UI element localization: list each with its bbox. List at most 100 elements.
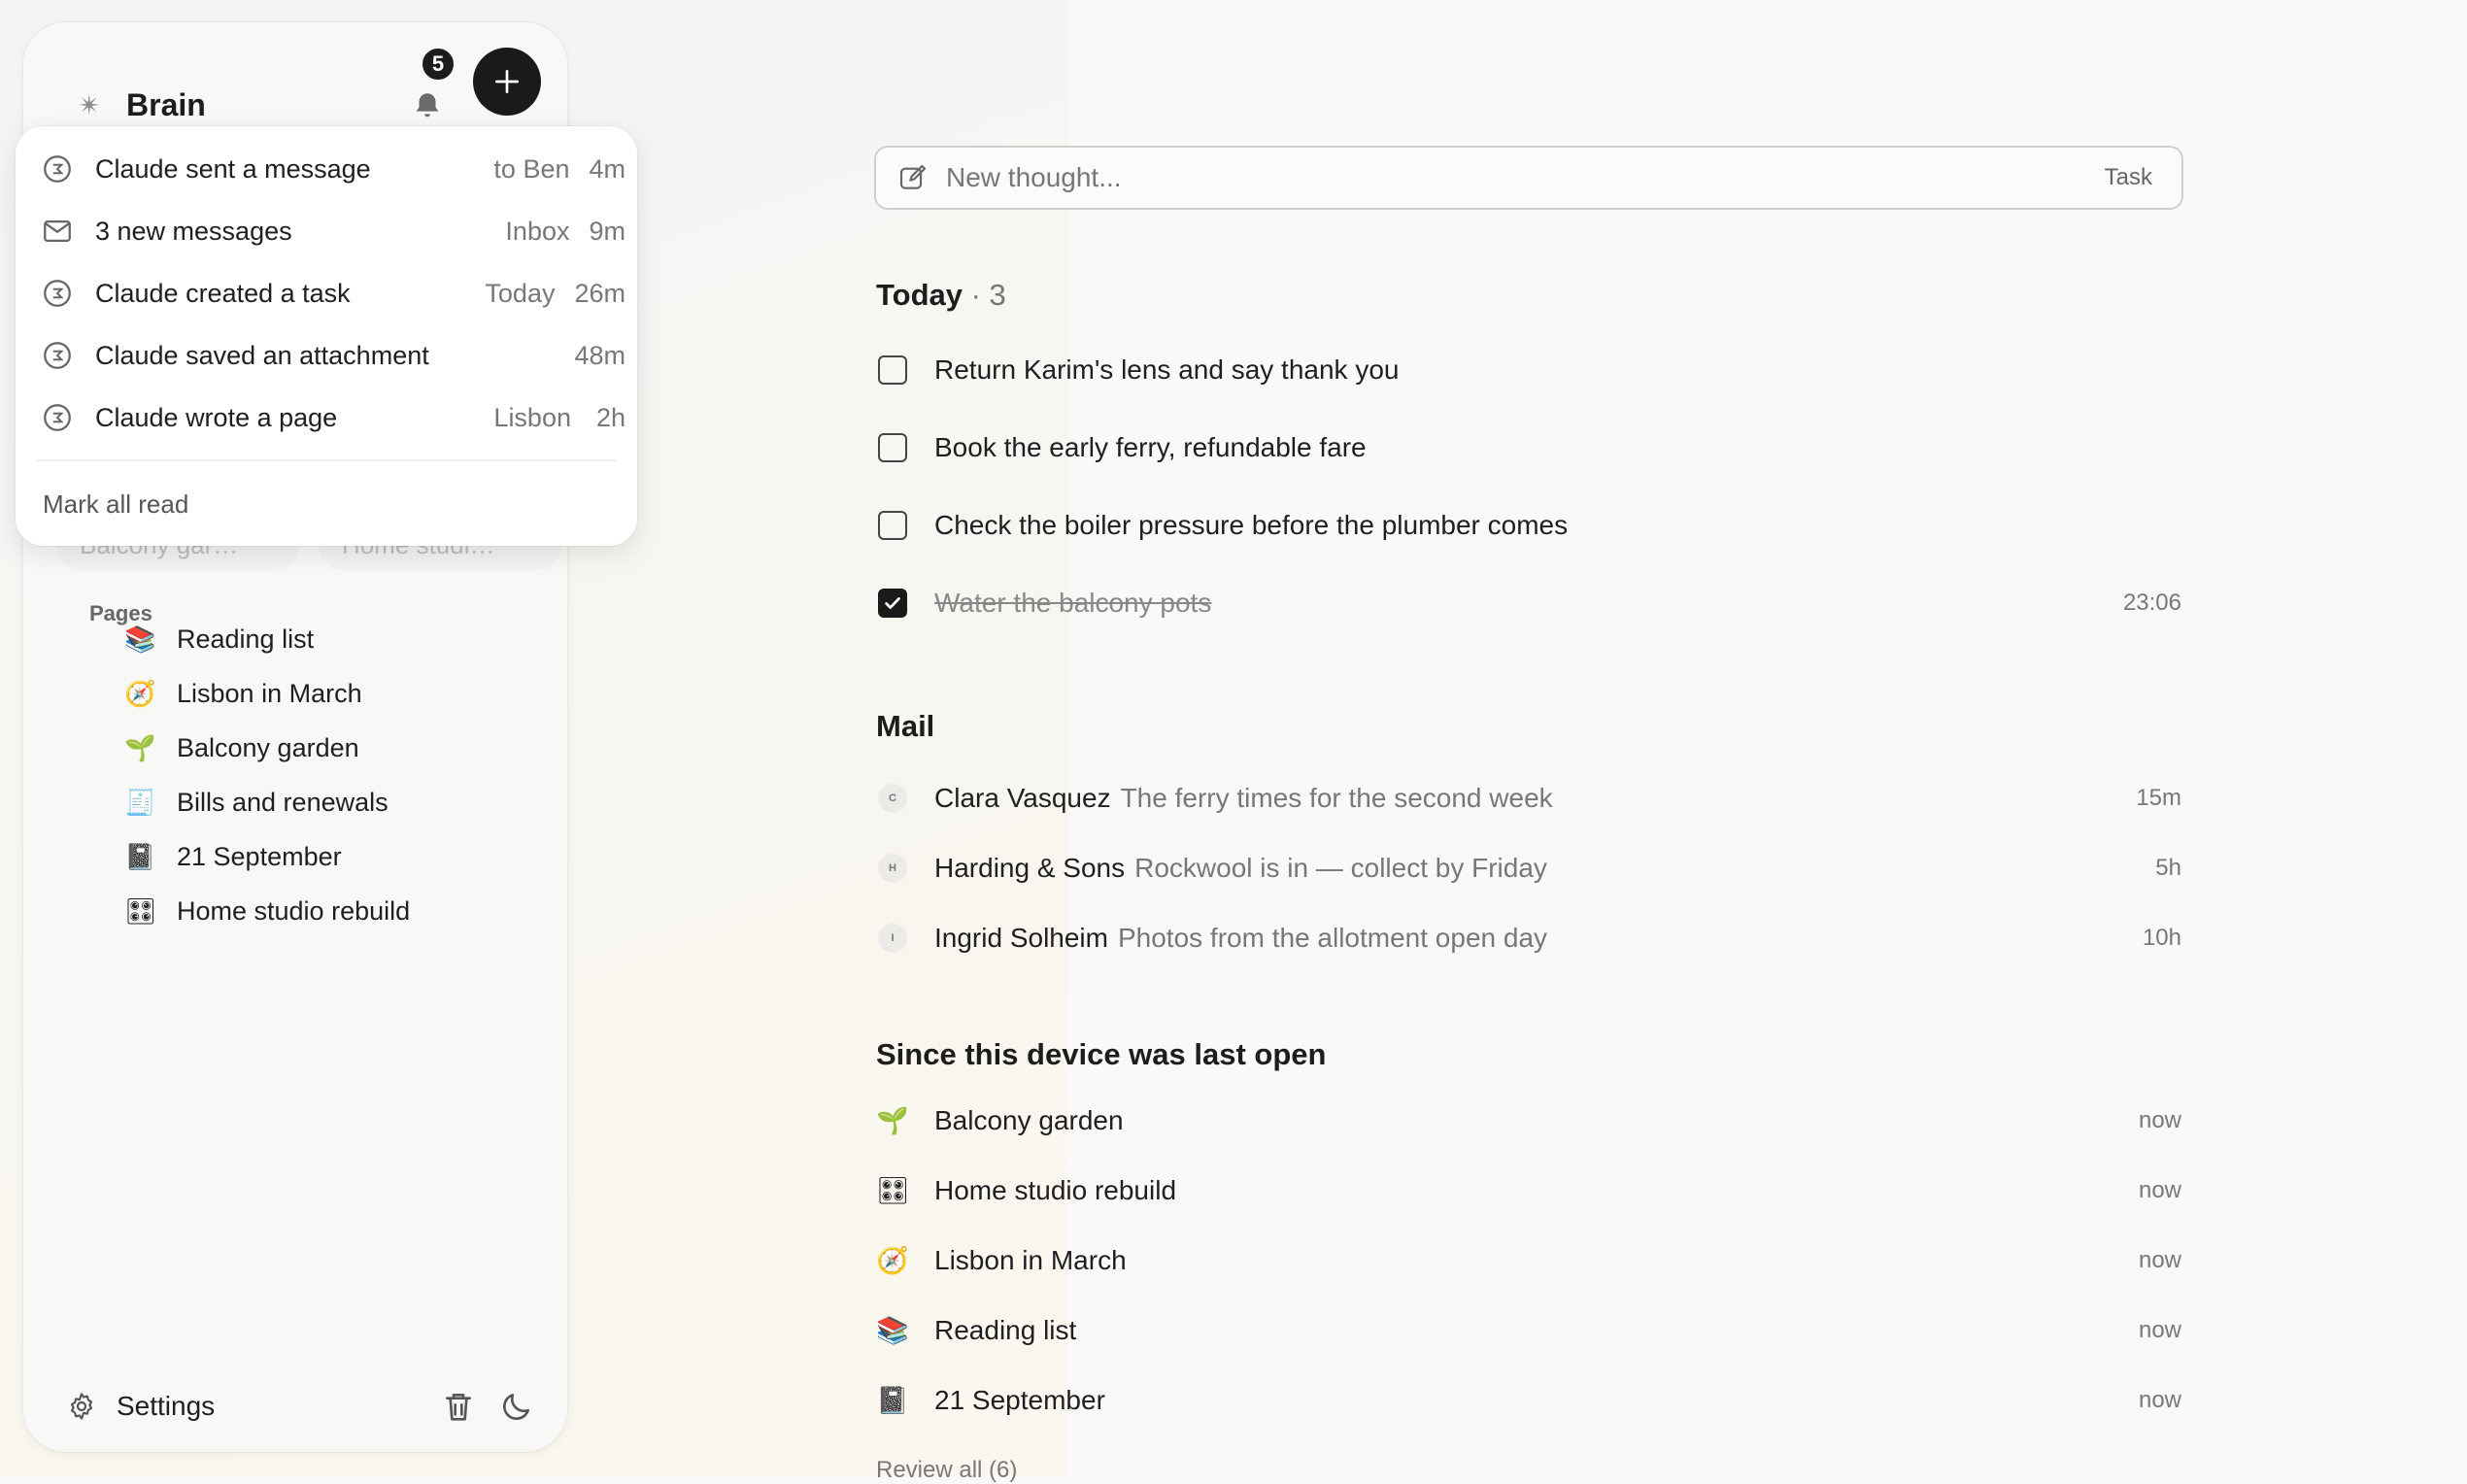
recent-page-row[interactable]: 🎛 Home studio rebuild now bbox=[876, 1166, 2181, 1215]
sidebar-page-balcony-garden[interactable]: 🌱 Balcony garden bbox=[124, 724, 359, 772]
compass-icon: 🧭 bbox=[876, 1246, 909, 1275]
notification-item[interactable]: Claude sent a message to Ben 4m bbox=[41, 142, 625, 196]
notification-title: Claude wrote a page bbox=[95, 402, 338, 432]
notification-time: 9m bbox=[589, 216, 625, 246]
today-title: Today bbox=[876, 278, 963, 312]
recent-page-time: now bbox=[2138, 1317, 2181, 1343]
notification-context: Today bbox=[485, 278, 556, 308]
avatar: C bbox=[878, 784, 907, 813]
mail-sender: Clara Vasquez bbox=[934, 783, 1111, 813]
mail-icon bbox=[44, 219, 71, 243]
task-checkbox[interactable] bbox=[878, 433, 907, 462]
page-label: Home studio rebuild bbox=[177, 895, 411, 926]
recent-page-row[interactable]: 📚 Reading list now bbox=[876, 1306, 2181, 1355]
mail-sender: Ingrid Solheim bbox=[934, 923, 1108, 953]
task-text[interactable]: Return Karim's lens and say thank you bbox=[934, 354, 2181, 386]
check-icon bbox=[885, 597, 900, 609]
mail-subject: The ferry times for the second week bbox=[1120, 783, 1553, 813]
task-mode-toggle[interactable]: Task bbox=[2105, 164, 2152, 191]
task-checkbox[interactable] bbox=[878, 355, 907, 385]
today-section-title: Today · 3 bbox=[876, 278, 1006, 313]
sidebar-page-bills-and-renewals[interactable]: 🧾 Bills and renewals bbox=[124, 778, 389, 826]
page-label: Reading list bbox=[177, 624, 315, 654]
notebook-icon: 📓 bbox=[124, 841, 156, 871]
notification-context: Lisbon bbox=[493, 402, 571, 432]
page-label: Lisbon in March bbox=[177, 678, 362, 708]
notebook-icon: 📓 bbox=[876, 1386, 909, 1415]
notification-item[interactable]: Claude saved an attachment 48m bbox=[41, 328, 625, 383]
mail-section-title: Mail bbox=[876, 709, 935, 743]
claude-icon bbox=[44, 404, 71, 431]
plus-icon bbox=[495, 70, 519, 93]
task-text[interactable]: Check the boiler pressure before the plu… bbox=[934, 510, 2181, 541]
task-text[interactable]: Book the early ferry, refundable fare bbox=[934, 432, 2181, 463]
control-knobs-icon: 🎛 bbox=[124, 895, 157, 926]
notification-item[interactable]: Claude wrote a page Lisbon 2h bbox=[41, 390, 625, 445]
divider bbox=[37, 459, 616, 461]
brain-icon: ✴ bbox=[78, 89, 101, 120]
mail-row[interactable]: C Clara Vasquez The ferry times for the … bbox=[878, 774, 2181, 823]
notifications-popover: Claude sent a message to Ben 4m 3 new me… bbox=[16, 126, 637, 546]
brand-title: Brain bbox=[126, 86, 206, 122]
recent-page-time: now bbox=[2138, 1387, 2181, 1413]
recent-page-time: now bbox=[2138, 1107, 2181, 1133]
notification-title: 3 new messages bbox=[95, 216, 292, 246]
notification-item[interactable]: Claude created a task Today 26m bbox=[41, 266, 625, 320]
recent-page-label: Lisbon in March bbox=[934, 1245, 1127, 1275]
task-checkbox[interactable] bbox=[878, 511, 907, 540]
receipt-icon: 🧾 bbox=[124, 787, 156, 817]
settings-label: Settings bbox=[117, 1391, 216, 1421]
sidebar-page-lisbon-in-march[interactable]: 🧭 Lisbon in March bbox=[124, 669, 362, 718]
new-thought-input[interactable] bbox=[944, 161, 2105, 194]
control-knobs-icon: 🎛 bbox=[876, 1176, 910, 1205]
recent-page-row[interactable]: 🧭 Lisbon in March now bbox=[876, 1236, 2181, 1285]
recent-page-row[interactable]: 📓 21 September now bbox=[876, 1376, 2181, 1425]
new-item-button[interactable] bbox=[473, 48, 541, 116]
recent-page-label: Balcony garden bbox=[934, 1105, 1124, 1135]
mail-subject: Photos from the allotment open day bbox=[1117, 923, 1548, 953]
edit-icon bbox=[899, 164, 927, 189]
review-all-link[interactable]: Review all (6) bbox=[876, 1457, 1017, 1484]
books-icon: 📚 bbox=[876, 1316, 909, 1345]
page-label: Bills and renewals bbox=[177, 787, 389, 817]
compass-icon: 🧭 bbox=[124, 678, 156, 708]
mail-row[interactable]: I Ingrid Solheim Photos from the allotme… bbox=[878, 914, 2181, 962]
moon-icon[interactable] bbox=[497, 1387, 536, 1426]
gear-icon bbox=[70, 1393, 93, 1420]
sidebar-page-home-studio-rebuild[interactable]: 🎛 Home studio rebuild bbox=[124, 887, 410, 935]
trash-icon[interactable] bbox=[439, 1387, 478, 1426]
recent-page-label: 21 September bbox=[934, 1385, 1105, 1415]
recent-page-label: Reading list bbox=[934, 1315, 1077, 1345]
settings-button[interactable]: Settings bbox=[66, 1379, 215, 1433]
notification-time: 48m bbox=[574, 340, 625, 370]
avatar: I bbox=[878, 924, 907, 953]
notification-time: 2h bbox=[595, 402, 625, 432]
recent-page-label: Home studio rebuild bbox=[934, 1175, 1177, 1205]
claude-icon bbox=[44, 342, 71, 369]
today-count: · 3 bbox=[970, 278, 1006, 312]
notification-count-badge: 5 bbox=[420, 46, 456, 83]
notification-item[interactable]: 3 new messages Inbox 9m bbox=[41, 204, 625, 258]
mail-time: 5h bbox=[2155, 855, 2181, 881]
task-row: Return Karim's lens and say thank you bbox=[878, 346, 2181, 394]
bell-icon[interactable] bbox=[400, 79, 455, 133]
sidebar-page-21-september[interactable]: 📓 21 September bbox=[124, 832, 342, 881]
task-row: Check the boiler pressure before the plu… bbox=[878, 501, 2181, 550]
mark-all-read-button[interactable]: Mark all read bbox=[43, 489, 188, 520]
task-row: Book the early ferry, refundable fare bbox=[878, 423, 2181, 472]
notification-context: Inbox bbox=[505, 216, 570, 246]
books-icon: 📚 bbox=[124, 624, 156, 654]
avatar: H bbox=[878, 854, 907, 883]
mail-sender: Harding & Sons bbox=[934, 853, 1126, 883]
recent-page-row[interactable]: 🌱 Balcony garden now bbox=[876, 1096, 2181, 1145]
sidebar-page-reading-list[interactable]: 📚 Reading list bbox=[124, 615, 314, 663]
notification-time: 26m bbox=[574, 278, 625, 308]
notification-time: 4m bbox=[589, 153, 625, 184]
seedling-icon: 🌱 bbox=[124, 732, 156, 762]
task-text[interactable]: Water the balcony pots bbox=[934, 588, 2123, 619]
mail-row[interactable]: H Harding & Sons Rockwool is in — collec… bbox=[878, 844, 2181, 893]
notification-context: to Ben bbox=[493, 153, 570, 184]
seedling-icon: 🌱 bbox=[876, 1106, 909, 1135]
new-thought-field[interactable]: Task bbox=[874, 146, 2183, 210]
task-checkbox-checked[interactable] bbox=[878, 589, 907, 618]
